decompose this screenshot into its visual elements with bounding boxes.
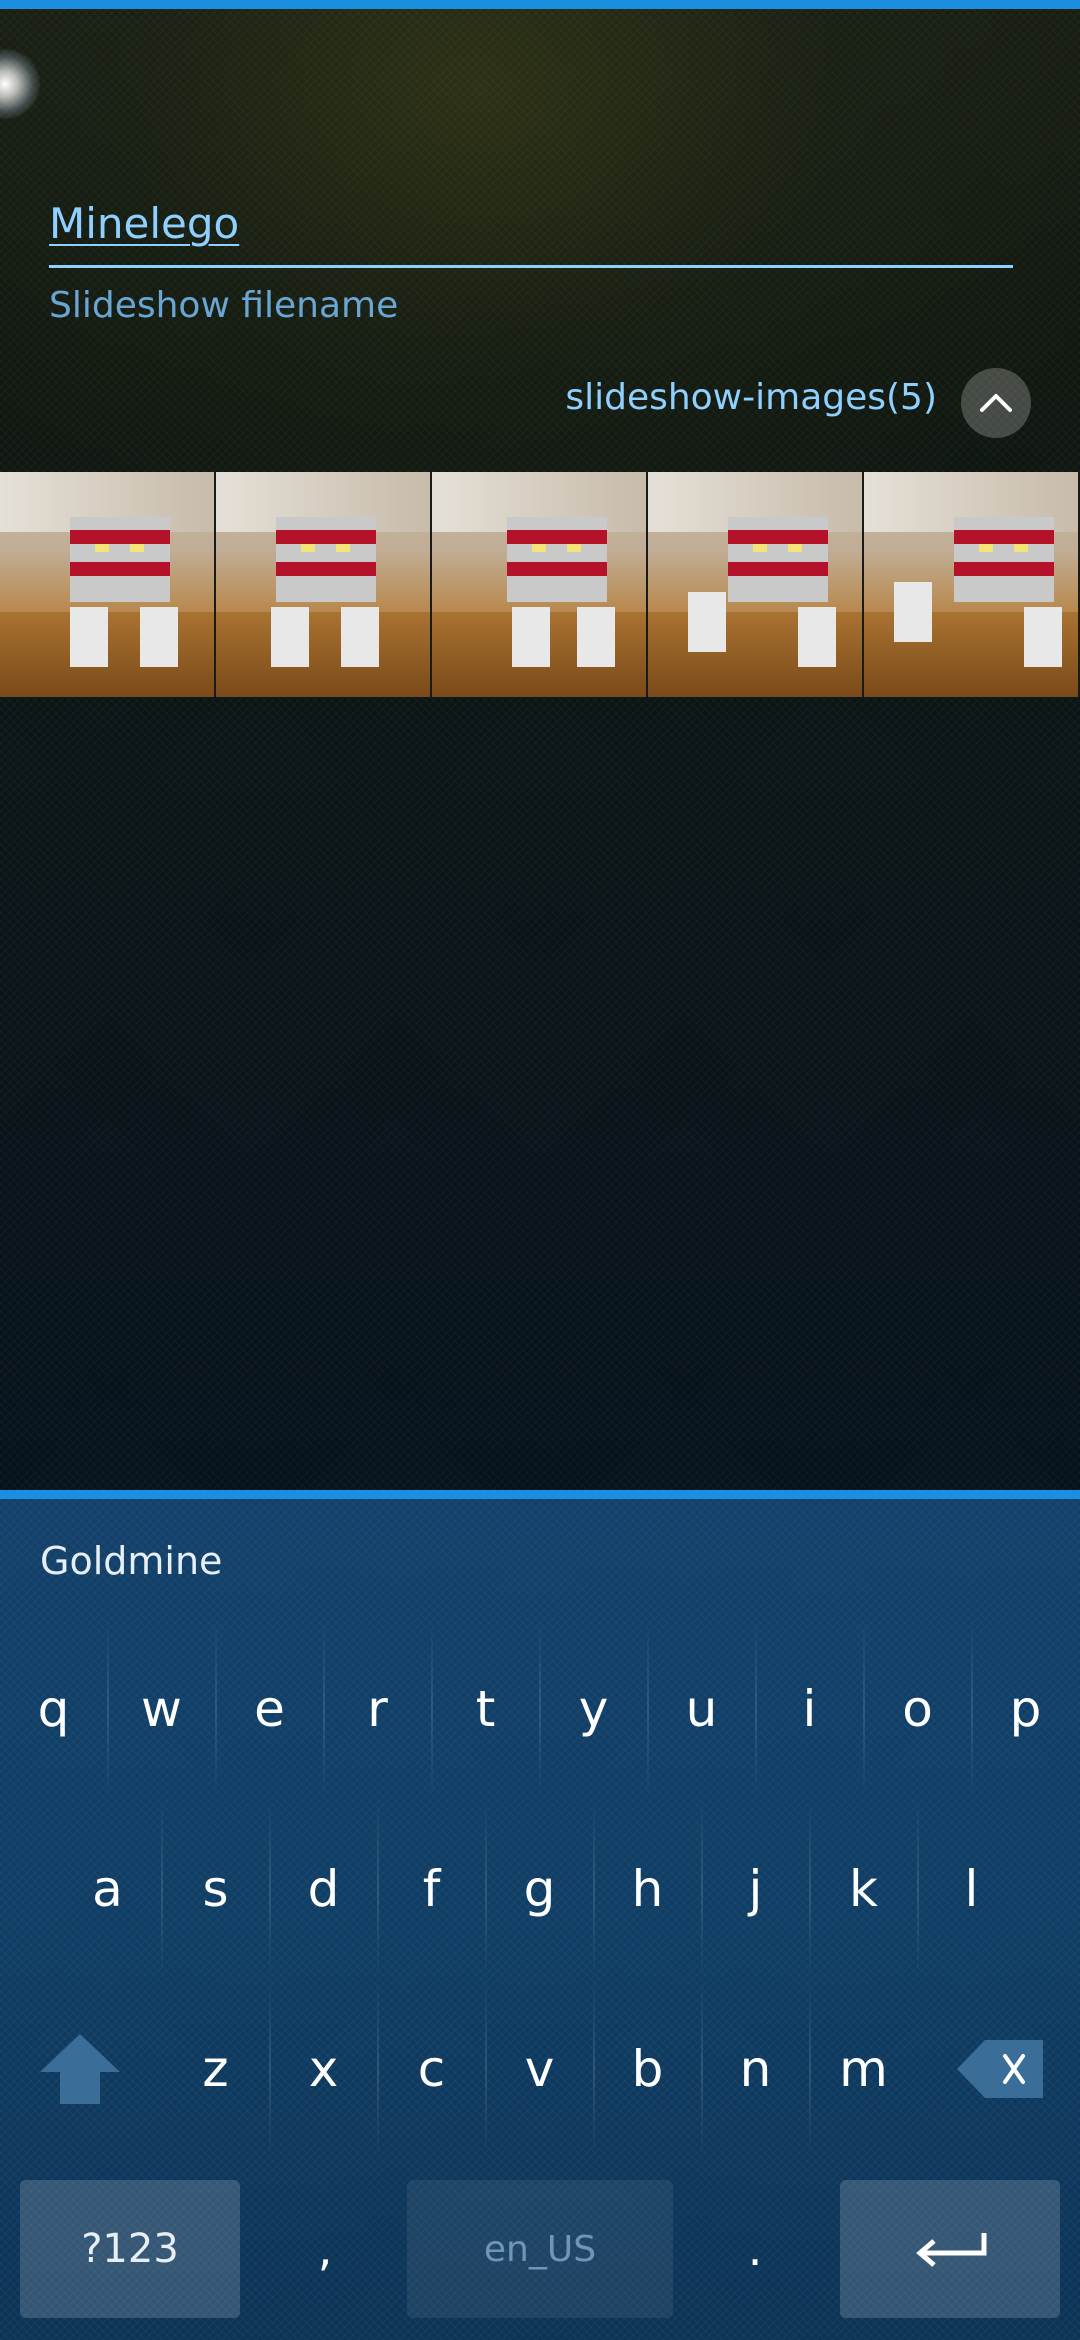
- key-r[interactable]: r: [324, 1619, 431, 1799]
- key-k[interactable]: k: [810, 1799, 917, 1979]
- key-c[interactable]: c: [378, 1979, 485, 2159]
- chevron-up-icon: [980, 394, 1012, 412]
- key-p[interactable]: p: [972, 1619, 1079, 1799]
- comma-key[interactable]: ,: [270, 2180, 380, 2318]
- symbols-key[interactable]: ?123: [20, 2180, 240, 2318]
- key-a[interactable]: a: [54, 1799, 161, 1979]
- image-thumbnail[interactable]: [0, 472, 216, 697]
- image-thumbnail[interactable]: [864, 472, 1080, 697]
- thumbnail-strip: [0, 472, 1080, 697]
- key-g[interactable]: g: [486, 1799, 593, 1979]
- enter-key[interactable]: [840, 2180, 1060, 2318]
- key-m[interactable]: m: [810, 1979, 917, 2159]
- image-thumbnail[interactable]: [216, 472, 432, 697]
- key-e[interactable]: e: [216, 1619, 323, 1799]
- slideshow-images-label[interactable]: slideshow-images(5): [565, 377, 937, 418]
- key-z[interactable]: z: [162, 1979, 269, 2159]
- key-o[interactable]: o: [864, 1619, 971, 1799]
- top-accent-bar: [0, 0, 1080, 9]
- period-key[interactable]: .: [700, 2180, 810, 2318]
- keyboard-top-accent: [0, 1490, 1080, 1499]
- key-n[interactable]: n: [702, 1979, 809, 2159]
- key-j[interactable]: j: [702, 1799, 809, 1979]
- key-b[interactable]: b: [594, 1979, 701, 2159]
- key-i[interactable]: i: [756, 1619, 863, 1799]
- backspace-key[interactable]: [940, 1979, 1060, 2159]
- image-thumbnail[interactable]: [648, 472, 864, 697]
- key-w[interactable]: w: [108, 1619, 215, 1799]
- key-v[interactable]: v: [486, 1979, 593, 2159]
- word-suggestion[interactable]: Goldmine: [40, 1539, 222, 1583]
- key-f[interactable]: f: [378, 1799, 485, 1979]
- image-thumbnail[interactable]: [432, 472, 648, 697]
- key-t[interactable]: t: [432, 1619, 539, 1799]
- filename-input[interactable]: Minelego: [49, 199, 239, 248]
- key-u[interactable]: u: [648, 1619, 755, 1799]
- key-l[interactable]: l: [918, 1799, 1025, 1979]
- pulley-glow-indicator: [0, 49, 40, 119]
- filename-input-underline: [49, 265, 1013, 268]
- virtual-keyboard: Goldmine q w e r t y u i o p a s d f g h…: [0, 1499, 1080, 2340]
- key-q[interactable]: q: [0, 1619, 107, 1799]
- shift-arrow-icon: [40, 2034, 120, 2104]
- key-x[interactable]: x: [270, 1979, 377, 2159]
- enter-arrow-icon: [916, 2233, 987, 2267]
- key-d[interactable]: d: [270, 1799, 377, 1979]
- slideshow-editor: Minelego Slideshow filename slideshow-im…: [0, 9, 1080, 1490]
- collapse-images-button[interactable]: [961, 368, 1031, 438]
- filename-label: Slideshow filename: [49, 285, 399, 326]
- key-s[interactable]: s: [162, 1799, 269, 1979]
- backspace-icon: [957, 2040, 1043, 2098]
- shift-key[interactable]: [20, 1979, 140, 2159]
- key-h[interactable]: h: [594, 1799, 701, 1979]
- key-y[interactable]: y: [540, 1619, 647, 1799]
- space-key[interactable]: en_US: [407, 2180, 673, 2318]
